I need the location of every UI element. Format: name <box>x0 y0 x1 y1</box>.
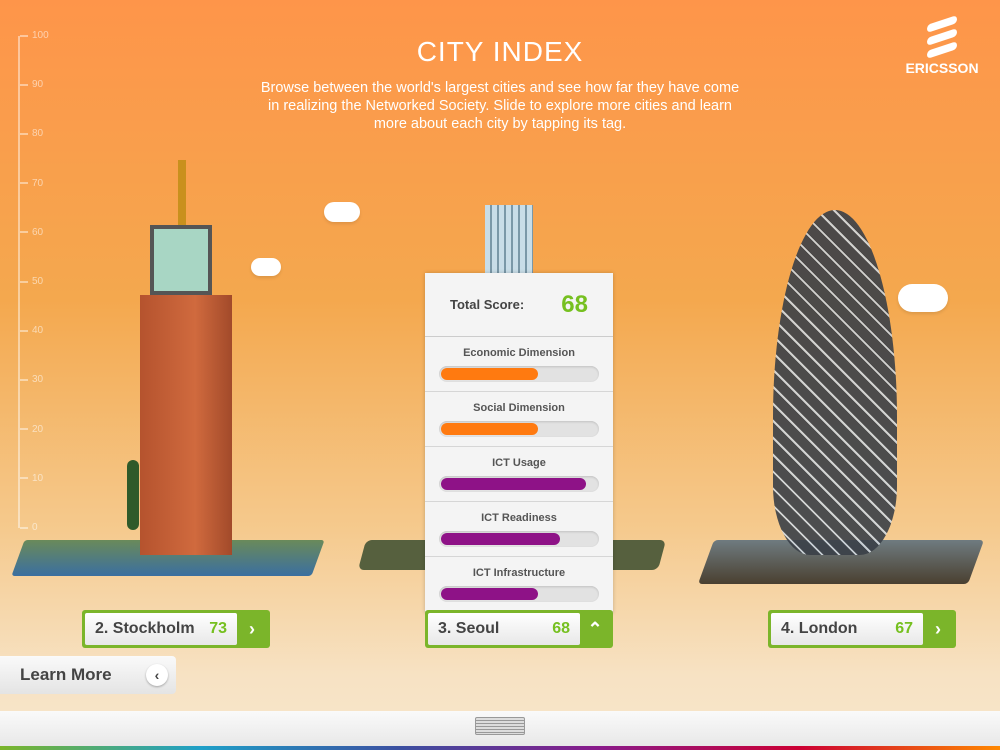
scale-tick-label: 0 <box>32 522 38 533</box>
scale-tick: 80 <box>20 128 43 139</box>
city-name: 4. London <box>781 620 858 637</box>
chevron-left-icon: ‹ <box>146 664 168 686</box>
city-tag-london[interactable]: 4. London 67 › <box>768 610 956 648</box>
total-score-value: 68 <box>561 290 588 318</box>
dimension-label: ICT Usage <box>492 457 546 469</box>
score-panel: Total Score: 68 Economic Dimension Social … <box>425 273 613 613</box>
dimension-progress-fill <box>441 533 560 545</box>
dimension-label: Economic Dimension <box>463 347 575 359</box>
logo-text: ERICSSON <box>905 60 979 76</box>
dimension-progress-bar <box>439 366 599 382</box>
chevron-right-icon[interactable]: › <box>923 619 953 640</box>
total-score-label: Total Score: <box>450 297 525 312</box>
city-tag-stockholm[interactable]: 2. Stockholm 73 › <box>82 610 270 648</box>
learn-more-label: Learn More <box>20 665 112 684</box>
city-score: 67 <box>895 620 913 637</box>
scale-tick-label: 70 <box>32 177 44 189</box>
cloud-icon <box>324 202 360 222</box>
city-name: 2. Stockholm <box>95 620 195 637</box>
page-description: Browse between the world's largest citie… <box>260 80 740 132</box>
dimension-label: Social Dimension <box>473 402 565 414</box>
dimension-row: ICT Readiness <box>425 502 613 557</box>
city-name: 3. Seoul <box>438 620 500 637</box>
dimension-row: ICT Infrastructure <box>425 557 613 612</box>
city-tag-seoul[interactable]: 3. Seoul 68 ⌃ <box>425 610 613 648</box>
city-score: 68 <box>552 620 570 637</box>
city-score: 73 <box>209 620 227 637</box>
chevron-up-icon[interactable]: ⌃ <box>580 619 610 640</box>
scale-tick: 20 <box>20 424 43 435</box>
dimension-progress-bar <box>439 586 599 602</box>
score-scale: 100 90 80 70 60 50 40 30 20 10 0 <box>18 30 58 533</box>
scale-tick-label: 30 <box>32 374 44 386</box>
scale-tick-label: 40 <box>32 325 44 337</box>
learn-more-button[interactable]: Learn More ‹ <box>0 656 176 694</box>
scale-tick-label: 80 <box>32 128 44 140</box>
dimension-progress-bar <box>439 476 599 492</box>
color-strip <box>0 746 1000 750</box>
bottom-bar <box>0 711 1000 750</box>
dimension-progress-fill <box>441 368 538 380</box>
dimension-progress-bar <box>439 421 599 437</box>
scale-tick-label: 20 <box>32 423 44 435</box>
dimension-label: ICT Readiness <box>481 512 557 524</box>
dimension-progress-fill <box>441 588 538 600</box>
dimension-progress-fill <box>441 478 587 490</box>
dimension-row: Economic Dimension <box>425 337 613 392</box>
scale-tick-label: 50 <box>32 276 44 287</box>
scale-tick: 50 <box>20 276 43 287</box>
page-title: CITY INDEX <box>416 36 584 67</box>
dimension-progress-fill <box>441 423 538 435</box>
scale-tick-label: 90 <box>32 79 44 91</box>
scale-tick: 30 <box>20 374 43 385</box>
scale-tick: 90 <box>20 79 43 90</box>
scale-tick: 10 <box>20 473 43 484</box>
drawer-handle[interactable] <box>475 717 525 735</box>
dimension-row: Social Dimension <box>425 392 613 447</box>
cloud-icon <box>898 284 948 312</box>
dimension-row: ICT Usage <box>425 447 613 502</box>
scale-tick: 60 <box>20 227 43 238</box>
cloud-icon <box>251 258 281 276</box>
ericsson-logo: ERICSSON <box>902 15 982 78</box>
scale-tick: 0 <box>20 522 38 533</box>
dimension-progress-bar <box>439 531 599 547</box>
chevron-right-icon[interactable]: › <box>237 619 267 640</box>
scale-tick-label: 10 <box>32 472 44 484</box>
dimension-label: ICT Infrastructure <box>472 567 566 579</box>
scale-tick: 40 <box>20 325 43 336</box>
scale-tick: 70 <box>20 178 43 189</box>
scale-tick-label: 60 <box>32 226 44 238</box>
